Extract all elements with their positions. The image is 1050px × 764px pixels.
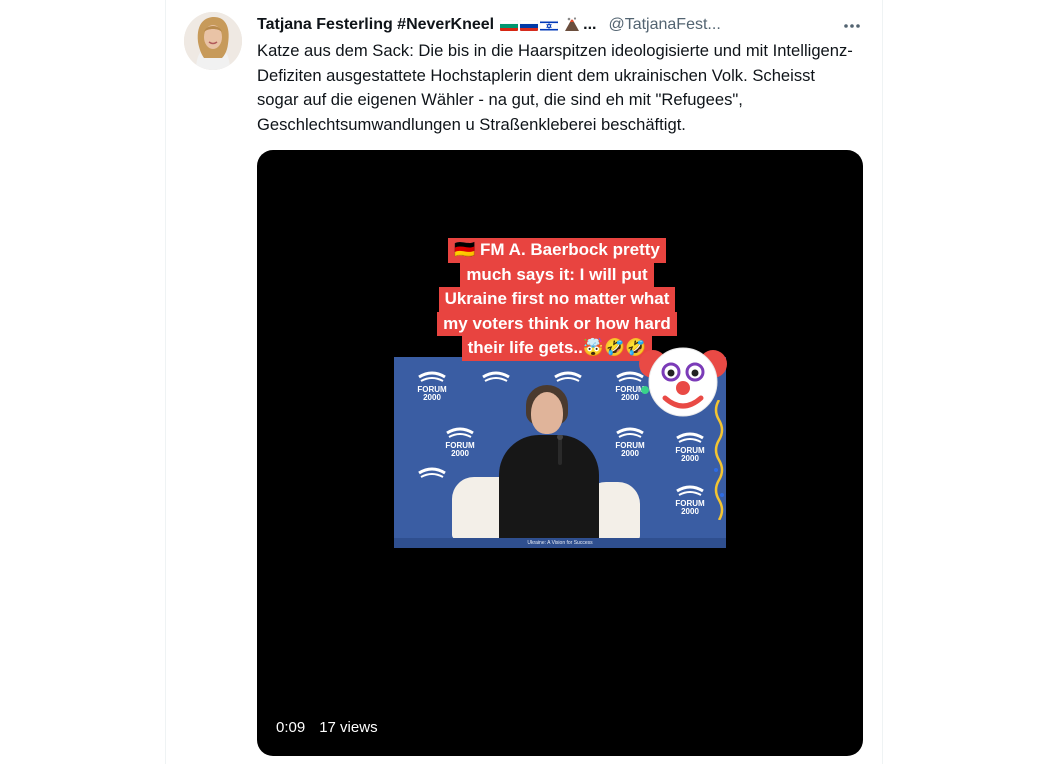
name-emoji-group: ...	[500, 16, 596, 34]
video-meta: 0:09 17 views	[276, 719, 378, 736]
speaker-body	[499, 435, 599, 545]
video-timestamp: 0:09	[276, 719, 306, 736]
forum-logo	[474, 371, 518, 386]
volcano-icon	[563, 16, 581, 34]
speaker-face	[531, 392, 563, 434]
bulgaria-flag-icon	[500, 19, 519, 31]
avatar-photo	[184, 12, 242, 70]
display-name[interactable]: Tatjana Festerling #NeverKneel	[257, 16, 494, 34]
more-options-button[interactable]	[836, 12, 868, 40]
name-truncation: ...	[583, 16, 597, 33]
caption-line: 🇩🇪 FM A. Baerbock pretty	[448, 238, 666, 263]
frame-footer: Ukraine: A Vision for Success	[394, 538, 726, 548]
forum-logo: FORUM 2000	[668, 432, 712, 463]
forum-logo: FORUM 2000	[410, 371, 454, 402]
caption-line: Ukraine first no matter what	[438, 287, 676, 312]
forum-logo: FORUM 2000	[668, 485, 712, 516]
forum-logo	[546, 371, 590, 386]
clown-face-icon	[639, 347, 727, 417]
tweet-text: Katze aus dem Sack: Die bis in die Haars…	[257, 41, 853, 134]
more-horizontal-icon	[844, 24, 860, 28]
caption-line: much says it: I will put	[460, 262, 654, 287]
forum-logo	[410, 467, 454, 482]
video-player[interactable]: FORUM 2000 FORUM 2000 FORUM 2000 FORUM 2000 …	[257, 150, 863, 756]
tweet-header: Tatjana Festerling #NeverKneel ... @Tatj…	[257, 14, 721, 36]
user-handle[interactable]: @TatjanaFest...	[608, 16, 720, 34]
view-count: 17 views	[319, 719, 378, 736]
israel-flag-icon	[540, 19, 559, 31]
forum-logo: FORUM 2000	[608, 427, 652, 458]
avatar[interactable]	[184, 12, 242, 70]
caption-line: their life gets..🤯🤣🤣	[461, 336, 653, 361]
russia-flag-icon	[520, 19, 539, 31]
forum-logo: FORUM 2000	[438, 427, 482, 458]
microphone-icon	[557, 435, 563, 465]
